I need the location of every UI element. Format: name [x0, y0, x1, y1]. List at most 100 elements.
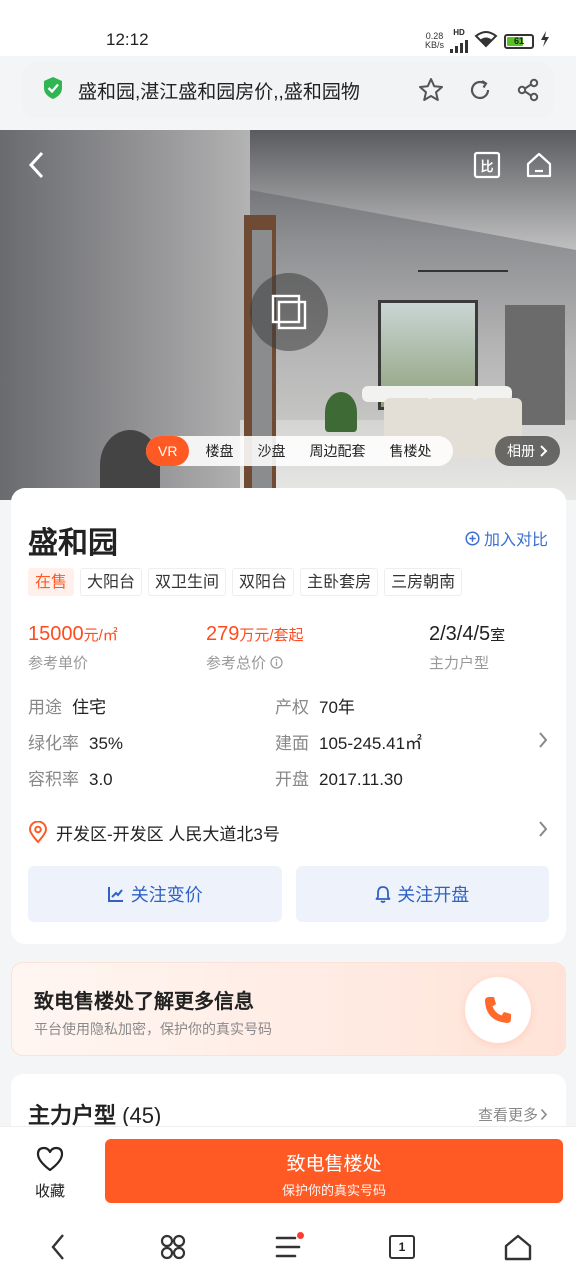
price-summary: 15000元/㎡ 参考单价 279万元/套起 参考总价 2/3/4/5室 主力户… — [28, 623, 548, 673]
feature-tag: 大阳台 — [80, 568, 143, 596]
unit-price-unit: 元/㎡ — [83, 627, 118, 644]
apps-icon — [160, 1234, 186, 1260]
trend-chart-icon — [107, 887, 123, 902]
status-bar: 12:12 0.28 KB/s HD 61 — [0, 0, 576, 56]
network-type: HD — [453, 28, 465, 37]
vr-hero-image[interactable]: 比 VR 楼盘 沙盘 周边配套 售楼处 相册 — [0, 130, 576, 500]
tab-sand-table[interactable]: 沙盘 — [245, 436, 297, 466]
detail-value: 2017.11.30 — [319, 770, 403, 789]
follow-opening-button[interactable]: 关注开盘 — [295, 866, 549, 922]
compare-button[interactable]: 比 — [472, 150, 502, 180]
detail-key: 建面 — [275, 734, 309, 753]
phone-button[interactable] — [465, 977, 531, 1043]
chevron-right-icon — [540, 1108, 548, 1121]
nav-home-button[interactable] — [500, 1230, 536, 1264]
chevron-right-icon[interactable] — [538, 820, 548, 843]
compare-icon-label: 比 — [480, 158, 494, 174]
call-card-title: 致电售楼处了解更多信息 — [34, 991, 254, 1013]
detail-value: 35% — [89, 734, 124, 753]
share-icon[interactable] — [516, 78, 540, 102]
address-bar[interactable]: 盛和园,湛江盛和园房价,,盛和园物 — [22, 62, 554, 118]
total-price-value: 279 — [206, 623, 240, 645]
follow-actions: 关注变价 关注开盘 — [28, 866, 549, 922]
status-icons: 0.28 KB/s HD 61 — [425, 29, 550, 53]
project-name: 盛和园 — [28, 527, 118, 560]
detail-value: 70年 — [319, 698, 355, 717]
see-more-link[interactable]: 查看更多 — [478, 1104, 548, 1125]
refresh-icon[interactable] — [468, 78, 492, 102]
project-info-card: 盛和园 加入对比 在售 大阳台 双卫生间 双阳台 主卧套房 三房朝南 15000… — [11, 488, 566, 944]
location-pin-icon — [28, 821, 48, 843]
floor-plans-section: 主力户型 (45) 查看更多 — [11, 1074, 566, 1134]
plus-circle-icon — [465, 530, 480, 546]
main-types-value: 2/3/4/5 — [429, 623, 491, 645]
main-unit-types: 2/3/4/5室 主力户型 — [429, 623, 505, 673]
notification-dot — [297, 1232, 304, 1239]
call-sales-office-button[interactable]: 致电售楼处 保护你的真实号码 — [105, 1139, 563, 1203]
chevron-right-icon[interactable] — [538, 731, 548, 754]
tab-surroundings[interactable]: 周边配套 — [297, 436, 377, 466]
home-button[interactable] — [522, 150, 556, 180]
vr-play-button[interactable] — [250, 273, 328, 351]
home-icon — [504, 1234, 532, 1261]
vr-cube-icon — [271, 294, 307, 330]
project-details[interactable]: 用途 住宅 产权 70年 绿化率 35% 建面 105-245.41㎡ 容积率 3.0 开… — [28, 693, 548, 801]
bottom-action-bar: 收藏 致电售楼处 保护你的真实号码 — [0, 1126, 576, 1214]
browser-nav-bar: 1 — [0, 1214, 576, 1280]
battery-icon: 61 — [504, 33, 534, 49]
page-title[interactable]: 盛和园,湛江盛和园房价,,盛和园物 — [78, 77, 398, 104]
project-address[interactable]: 开发区-开发区 人民大道北3号 — [28, 818, 548, 846]
total-price-unit: 万元/套起 — [239, 627, 304, 644]
album-label: 相册 — [507, 443, 535, 459]
tab-count: 1 — [389, 1235, 415, 1259]
detail-value: 105-245.41㎡ — [319, 734, 423, 753]
info-icon[interactable] — [270, 656, 283, 669]
charging-icon — [540, 30, 550, 52]
main-types-label: 主力户型 — [429, 655, 490, 672]
call-sales-card[interactable]: 致电售楼处了解更多信息 平台使用隐私加密，保护你的真实号码 — [11, 962, 566, 1056]
total-price: 279万元/套起 参考总价 — [206, 623, 304, 673]
total-price-label: 参考总价 — [206, 655, 267, 672]
follow-opening-label: 关注开盘 — [397, 885, 470, 905]
unit-price-value: 15000 — [28, 623, 84, 645]
detail-row: 容积率 3.0 开盘 2017.11.30 — [28, 765, 548, 801]
floor-plans-count: (45) — [122, 1103, 162, 1128]
unit-price-label: 参考单价 — [28, 655, 89, 672]
album-button[interactable]: 相册 — [495, 436, 560, 466]
back-button[interactable] — [20, 148, 54, 182]
add-compare-button[interactable]: 加入对比 — [465, 526, 548, 550]
nav-back-button[interactable] — [40, 1230, 76, 1264]
tab-sales-office[interactable]: 售楼处 — [377, 436, 443, 466]
nav-menu-button[interactable] — [270, 1230, 306, 1264]
follow-price-button[interactable]: 关注变价 — [28, 866, 282, 922]
floor-plans-title: 主力户型 — [28, 1103, 117, 1128]
net-speed-unit: KB/s — [424, 40, 444, 50]
battery-level: 61 — [513, 35, 524, 46]
tab-vr[interactable]: VR — [146, 436, 190, 466]
unit-price: 15000元/㎡ 参考单价 — [28, 623, 118, 673]
nav-apps-button[interactable] — [155, 1230, 191, 1264]
favorite-button[interactable]: 收藏 — [26, 1145, 74, 1201]
heart-icon — [36, 1146, 64, 1172]
net-speed: 0.28 KB/s — [425, 32, 444, 50]
nav-tabs-button[interactable]: 1 — [384, 1230, 420, 1264]
add-compare-label: 加入对比 — [483, 532, 548, 549]
chevron-right-icon — [540, 445, 548, 457]
status-badge: 在售 — [28, 568, 75, 596]
star-icon[interactable] — [418, 77, 444, 103]
bell-icon — [375, 886, 391, 903]
arrow-left-icon — [51, 1234, 64, 1260]
feature-tag: 双阳台 — [232, 568, 295, 596]
detail-key: 容积率 — [28, 770, 79, 789]
favorite-label: 收藏 — [34, 1183, 65, 1200]
tab-building[interactable]: 楼盘 — [193, 436, 245, 466]
detail-key: 用途 — [28, 698, 62, 717]
follow-price-label: 关注变价 — [130, 885, 203, 905]
detail-value: 住宅 — [72, 698, 106, 717]
feature-tag: 双卫生间 — [148, 568, 227, 596]
see-more-label: 查看更多 — [477, 1107, 538, 1124]
address-text: 开发区-开发区 人民大道北3号 — [56, 824, 280, 844]
phone-icon — [485, 997, 511, 1023]
feature-tag: 主卧套房 — [300, 568, 379, 596]
detail-value: 3.0 — [89, 770, 113, 789]
